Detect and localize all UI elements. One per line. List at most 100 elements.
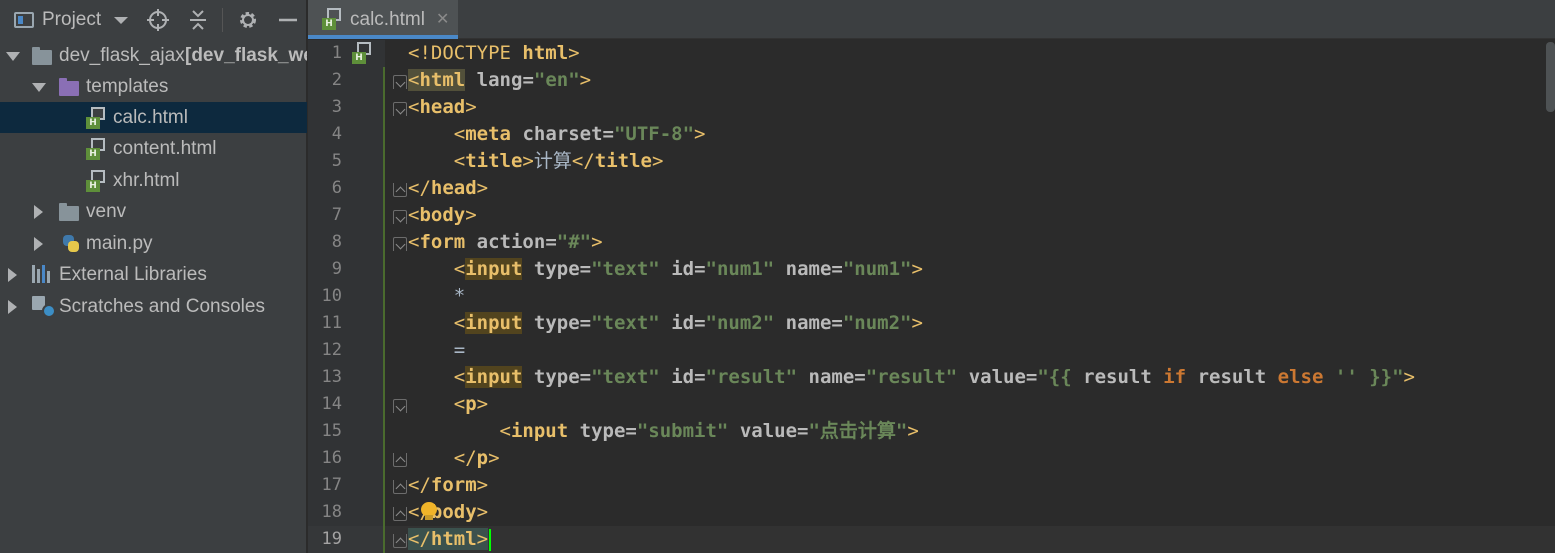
fold-close-icon[interactable] xyxy=(393,183,407,197)
locate-file-icon[interactable] xyxy=(146,8,170,32)
code-line-13[interactable]: <input type="text" id="result" name="res… xyxy=(408,364,1415,391)
line-number: 16 xyxy=(321,448,342,468)
fold-open-icon[interactable] xyxy=(393,399,407,413)
line-number: 17 xyxy=(321,475,342,495)
close-icon[interactable]: ✕ xyxy=(436,9,449,28)
code-line-19[interactable]: </html> xyxy=(408,526,492,553)
project-panel-title[interactable]: Project xyxy=(42,9,101,31)
code-token: "result" xyxy=(705,366,798,388)
code-token: 计算 xyxy=(533,150,572,172)
code-token: form xyxy=(430,474,477,496)
tree-item-label: Scratches and Consoles xyxy=(59,295,265,317)
code-token: lang xyxy=(476,69,523,91)
code-line-12[interactable]: = xyxy=(408,337,465,364)
code-token: name xyxy=(785,258,832,280)
gear-icon[interactable] xyxy=(236,8,260,32)
code-line-6[interactable]: </head> xyxy=(408,175,488,202)
code-line-5[interactable]: <title>计算</title> xyxy=(408,148,664,175)
fold-close-icon[interactable] xyxy=(393,507,407,521)
chevron-right-icon[interactable] xyxy=(34,205,43,219)
code-token: type xyxy=(533,258,580,280)
indent-guide xyxy=(383,67,385,553)
collapse-all-icon[interactable] xyxy=(186,8,210,32)
chevron-down-icon[interactable] xyxy=(6,52,20,61)
tree-item-calc-html[interactable]: H calc.html xyxy=(0,102,307,133)
line-number: 10 xyxy=(321,286,342,306)
tab-calc-html[interactable]: H calc.html ✕ xyxy=(308,0,458,39)
scratches-icon xyxy=(32,296,56,318)
code-line-17[interactable]: </form> xyxy=(408,472,488,499)
code-token: "result" xyxy=(865,366,958,388)
code-line-3[interactable]: <head> xyxy=(408,94,477,121)
fold-close-icon[interactable] xyxy=(393,480,407,494)
line-number: 7 xyxy=(331,205,342,225)
code-token: type xyxy=(579,420,626,442)
line-number: 19 xyxy=(321,529,342,549)
code-line-15[interactable]: <input type="submit" value="点击计算"> xyxy=(408,418,919,445)
folder-icon xyxy=(59,78,79,96)
chevron-down-icon[interactable] xyxy=(113,12,129,28)
scrollbar-thumb[interactable] xyxy=(1546,42,1555,112)
fold-open-icon[interactable] xyxy=(393,210,407,224)
code-line-4[interactable]: <meta charset="UTF-8"> xyxy=(408,121,706,148)
code-token: * xyxy=(453,285,466,307)
chevron-right-icon[interactable] xyxy=(34,237,43,251)
html-file-icon: H xyxy=(86,170,106,192)
tree-item-label: calc.html xyxy=(113,106,188,128)
code-token: "text" xyxy=(591,258,660,280)
code-token: id xyxy=(671,366,695,388)
html-file-icon: H xyxy=(322,8,342,30)
fold-close-icon[interactable] xyxy=(393,453,407,467)
code-line-1[interactable]: <!DOCTYPE html> xyxy=(408,40,580,67)
chevron-right-icon[interactable] xyxy=(8,300,17,314)
project-view-icon[interactable] xyxy=(14,12,34,28)
minimize-icon[interactable] xyxy=(276,8,300,32)
code-line-9[interactable]: <input type="text" id="num1" name="num1"… xyxy=(408,256,923,283)
tree-item-xhr-html[interactable]: H xhr.html xyxy=(0,165,307,196)
chevron-right-icon[interactable] xyxy=(8,268,17,282)
folder-icon xyxy=(32,47,52,65)
code-token: html xyxy=(419,69,466,91)
tree-item-label: xhr.html xyxy=(113,169,180,191)
chevron-down-icon[interactable] xyxy=(32,83,46,92)
html-file-icon: H xyxy=(352,42,372,64)
code-line-2[interactable]: <html lang="en"> xyxy=(408,67,591,94)
header-divider xyxy=(222,8,223,32)
line-number: 5 xyxy=(331,151,342,171)
code-token: name xyxy=(808,366,855,388)
line-number: 3 xyxy=(331,97,342,117)
fold-open-icon[interactable] xyxy=(393,237,407,251)
code-line-10[interactable]: * xyxy=(408,283,465,310)
tree-item-templates[interactable]: templates xyxy=(0,71,307,102)
code-token: "#" xyxy=(556,231,592,253)
fold-close-icon[interactable] xyxy=(393,534,407,548)
code-token: name xyxy=(785,312,832,334)
code-line-16[interactable]: </p> xyxy=(408,445,500,472)
fold-open-icon[interactable] xyxy=(393,102,407,116)
fold-open-icon[interactable] xyxy=(393,75,407,89)
tree-item-main-py[interactable]: main.py xyxy=(0,228,307,259)
tree-item-scratches-and-consoles[interactable]: Scratches and Consoles xyxy=(0,291,307,322)
code-line-8[interactable]: <form action="#"> xyxy=(408,229,603,256)
code-token: result xyxy=(1197,366,1267,388)
line-number: 4 xyxy=(331,124,342,144)
folder-icon xyxy=(59,203,79,221)
code-line-14[interactable]: <p> xyxy=(408,391,488,418)
code-token: "text" xyxy=(591,312,660,334)
code-token: meta xyxy=(465,123,511,145)
code-line-11[interactable]: <input type="text" id="num2" name="num2"… xyxy=(408,310,923,337)
tree-item-external-libraries[interactable]: External Libraries xyxy=(0,259,307,290)
code-token: "num1" xyxy=(842,258,912,280)
html-file-icon: H xyxy=(86,107,106,129)
tree-item-dev-flask-ajax[interactable]: dev_flask_ajax [dev_flask_we xyxy=(0,40,307,71)
current-line-highlight xyxy=(308,526,1555,553)
tab-label: calc.html xyxy=(350,9,425,30)
tree-item-venv[interactable]: venv xyxy=(0,196,307,227)
lightbulb-icon[interactable] xyxy=(420,502,438,522)
tree-item-label: templates xyxy=(86,75,169,97)
line-number: 11 xyxy=(321,313,342,333)
code-token: result xyxy=(1083,366,1152,388)
project-panel-header: Project xyxy=(0,0,306,40)
code-line-7[interactable]: <body> xyxy=(408,202,477,229)
tree-item-content-html[interactable]: H content.html xyxy=(0,133,307,164)
